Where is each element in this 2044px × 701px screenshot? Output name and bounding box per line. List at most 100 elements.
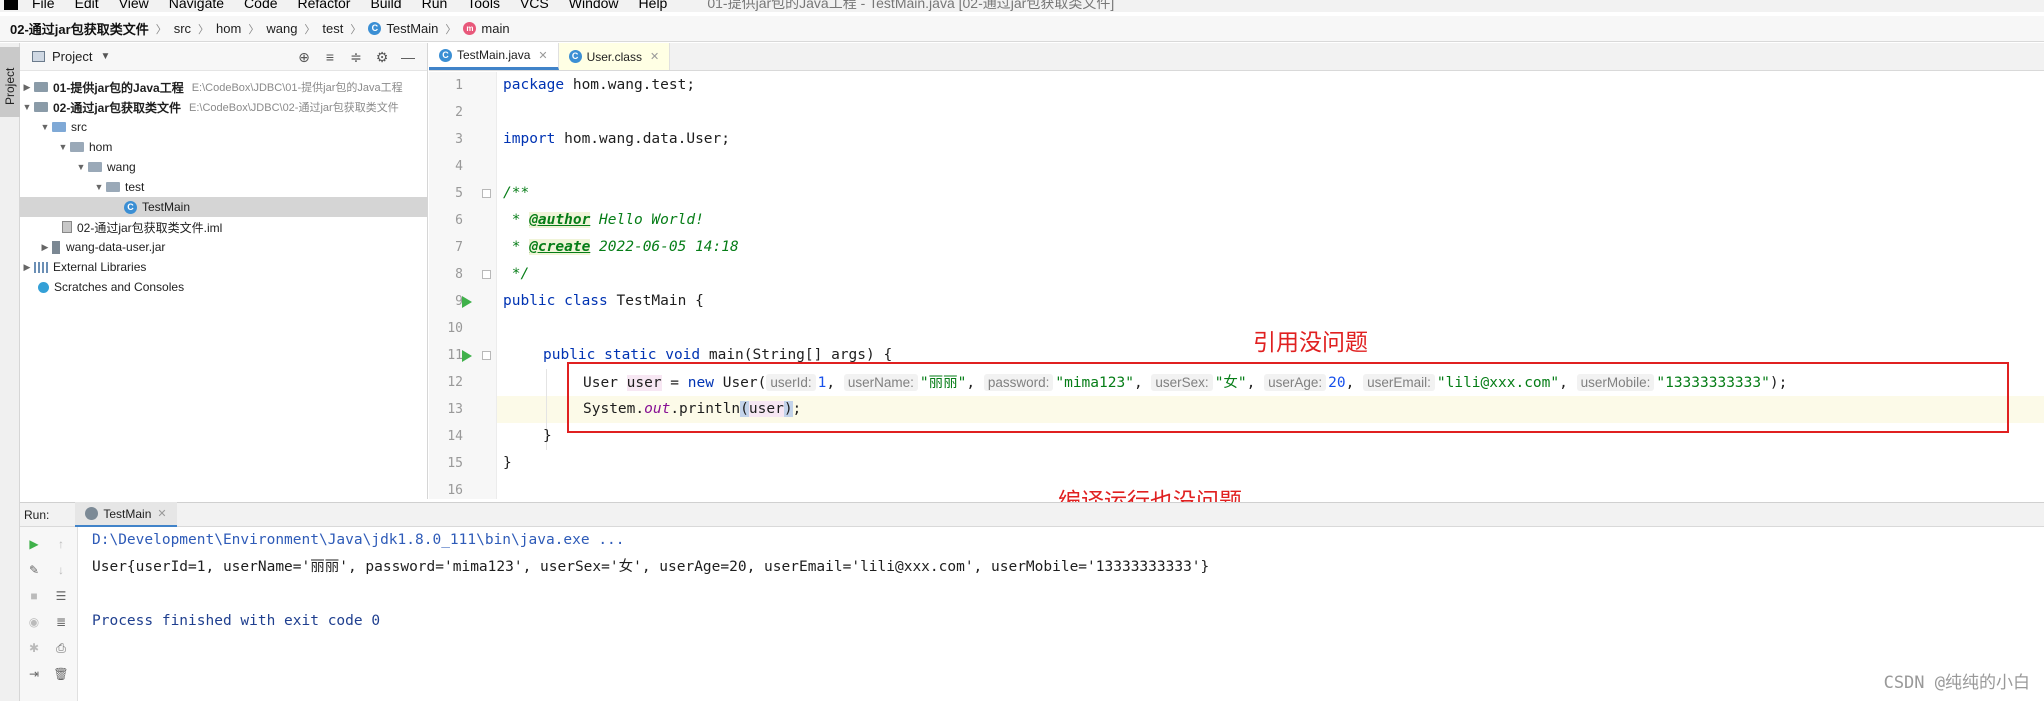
wrench-icon[interactable]: ✎ <box>25 561 43 579</box>
breadcrumb-method[interactable]: main <box>481 21 509 36</box>
exit-icon[interactable]: ⇥ <box>25 665 43 683</box>
project-tool-tab[interactable]: Project <box>0 47 20 117</box>
stop-icon[interactable]: ■ <box>25 587 43 605</box>
menu-code[interactable]: Code <box>244 0 277 11</box>
tree-item-testmain[interactable]: C TestMain <box>20 197 427 217</box>
code-line: * @create 2022-06-05 14:18 <box>503 239 739 255</box>
line-number: 4 <box>455 159 463 174</box>
soft-wrap-icon[interactable]: ☰ <box>52 587 70 605</box>
print-icon[interactable]: ⎙ <box>52 639 70 657</box>
tree-item-project-02[interactable]: ▼ 02-通过jar包获取类文件 E:\CodeBox\JDBC\02-通过ja… <box>20 97 427 117</box>
console-output[interactable]: D:\Development\Environment\Java\jdk1.8.0… <box>78 527 2044 701</box>
gear-icon[interactable]: ⚙ <box>369 49 395 66</box>
close-icon[interactable]: ✕ <box>650 50 659 63</box>
menu-view[interactable]: View <box>119 0 149 11</box>
tab-user-class[interactable]: C User.class ✕ <box>558 43 671 70</box>
fold-icon[interactable] <box>482 270 491 279</box>
settings-icon[interactable]: ✱ <box>25 639 43 657</box>
tree-item-iml[interactable]: 02-通过jar包获取类文件.iml <box>20 217 427 237</box>
chevron-right-icon[interactable]: ▶ <box>20 82 34 93</box>
module-folder-icon <box>34 82 48 92</box>
watermark: CSDN @纯纯的小白 <box>1883 673 2030 693</box>
camera-icon[interactable]: ◉ <box>25 613 43 631</box>
close-icon[interactable]: ✕ <box>157 507 166 520</box>
chevron-down-icon[interactable]: ▼ <box>74 162 88 172</box>
menu-build[interactable]: Build <box>370 0 401 11</box>
locate-icon[interactable]: ⊕ <box>291 49 317 66</box>
menu-navigate[interactable]: Navigate <box>169 0 224 11</box>
fold-icon[interactable] <box>482 189 491 198</box>
menu-file[interactable]: File <box>32 0 55 11</box>
rerun-icon[interactable]: ▶ <box>25 535 43 553</box>
code-line: import hom.wang.data.User; <box>503 131 730 147</box>
fold-icon[interactable] <box>482 351 491 360</box>
code-line: * @author Hello World! <box>503 212 704 228</box>
tree-item-src[interactable]: ▼ src <box>20 117 427 137</box>
tree-item-jar[interactable]: ▶ wang-data-user.jar <box>20 237 427 257</box>
run-gutter-icon[interactable] <box>462 350 472 362</box>
tree-item-wang[interactable]: ▼ wang <box>20 157 427 177</box>
tree-item-test[interactable]: ▼ test <box>20 177 427 197</box>
line-number: 10 <box>447 321 463 336</box>
chevron-down-icon[interactable]: ▼ <box>20 102 34 112</box>
package-icon <box>106 182 120 192</box>
chevron-right-icon[interactable]: ▶ <box>38 242 52 253</box>
breadcrumb-project[interactable]: 02-通过jar包获取类文件 <box>10 19 149 38</box>
menu-bar: File Edit View Navigate Code Refactor Bu… <box>0 0 2044 12</box>
hide-icon[interactable]: — <box>395 49 421 65</box>
code-line: } <box>543 428 552 444</box>
tree-item-scratches[interactable]: Scratches and Consoles <box>20 277 427 297</box>
module-folder-icon <box>34 102 48 112</box>
breadcrumb-src[interactable]: src <box>174 21 191 36</box>
iml-file-icon <box>62 221 72 233</box>
down-icon[interactable]: ↓ <box>52 561 70 579</box>
code-line: */ <box>503 266 530 282</box>
expand-all-icon[interactable]: ≡ <box>317 49 343 65</box>
run-gutter-icon[interactable] <box>462 296 472 308</box>
class-icon: C <box>124 200 137 214</box>
menu-window[interactable]: Window <box>569 0 619 11</box>
chevron-down-icon[interactable]: ▼ <box>38 122 52 132</box>
collapse-all-icon[interactable]: ≑ <box>343 49 369 66</box>
line-number: 12 <box>447 375 463 390</box>
project-panel: Project ▼ ⊕ ≡ ≑ ⚙ — ▶ 01-提供jar包的Java工程 E… <box>20 43 428 499</box>
class-icon: C <box>439 48 452 62</box>
annotation-box-code <box>567 362 2009 433</box>
chevron-down-icon[interactable]: ▼ <box>100 51 110 62</box>
editor-gutter: 1 2 3 4 5 6 7 8 9 10 11 12 13 14 15 16 <box>429 72 497 499</box>
code-editor[interactable]: 1 2 3 4 5 6 7 8 9 10 11 12 13 14 15 16 p… <box>429 72 2044 499</box>
line-number: 8 <box>455 267 463 282</box>
menu-vcs[interactable]: VCS <box>520 0 549 11</box>
tree-item-hom[interactable]: ▼ hom <box>20 137 427 157</box>
breadcrumb-test[interactable]: test <box>322 21 343 36</box>
breadcrumb-file[interactable]: TestMain <box>386 21 438 36</box>
tree-item-label: wang-data-user.jar <box>66 240 166 254</box>
menu-refactor[interactable]: Refactor <box>298 0 351 11</box>
code-line: public class TestMain { <box>503 293 704 309</box>
menu-tools[interactable]: Tools <box>467 0 500 11</box>
menu-help[interactable]: Help <box>639 0 668 11</box>
tab-testmain-java[interactable]: C TestMain.java ✕ <box>429 43 559 70</box>
breadcrumb-hom[interactable]: hom <box>216 21 241 36</box>
up-icon[interactable]: ↑ <box>52 535 70 553</box>
run-toolbar: ▶ ↑ ✎ ↓ ■ ☰ ◉ ≣ ✱ ⎙ ⇥ 🗑 <box>20 527 78 701</box>
code-line: package hom.wang.test; <box>503 77 696 93</box>
menu-edit[interactable]: Edit <box>75 0 99 11</box>
breadcrumb-wang[interactable]: wang <box>266 21 297 36</box>
close-icon[interactable]: ✕ <box>538 49 547 62</box>
tree-item-external-libraries[interactable]: ▶ External Libraries <box>20 257 427 277</box>
chevron-down-icon[interactable]: ▼ <box>56 142 70 152</box>
chevron-right-icon[interactable]: ▶ <box>20 262 34 273</box>
jar-icon <box>52 240 60 254</box>
scroll-to-end-icon[interactable]: ≣ <box>52 613 70 631</box>
run-tab-testmain[interactable]: TestMain ✕ <box>75 502 177 527</box>
trash-icon[interactable]: 🗑 <box>52 665 70 683</box>
menu-run[interactable]: Run <box>422 0 448 11</box>
project-panel-title[interactable]: Project <box>52 49 92 64</box>
breadcrumb: 02-通过jar包获取类文件 〉 src 〉 hom 〉 wang 〉 test 〉 C T… <box>0 16 2044 42</box>
chevron-down-icon[interactable]: ▼ <box>92 182 106 192</box>
tree-item-label: External Libraries <box>53 260 147 274</box>
project-panel-header: Project ▼ ⊕ ≡ ≑ ⚙ — <box>20 43 427 71</box>
tree-item-project-01[interactable]: ▶ 01-提供jar包的Java工程 E:\CodeBox\JDBC\01-提供… <box>20 77 427 97</box>
window-title: 01-提供jar包的Java工程 - TestMain.java [02-通过j… <box>707 0 1115 11</box>
